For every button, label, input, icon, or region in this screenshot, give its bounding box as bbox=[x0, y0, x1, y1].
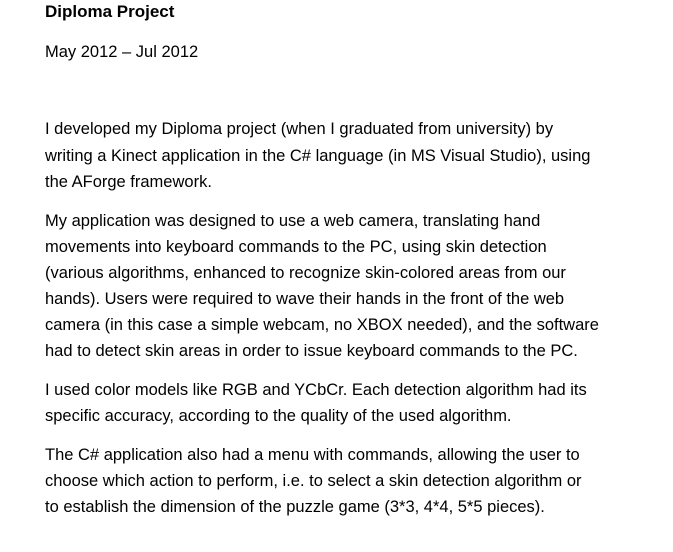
paragraph-4-line-2: choose which action to perform, i.e. to … bbox=[45, 472, 582, 490]
paragraph-2-line-1: My application was designed to use a web… bbox=[45, 212, 541, 230]
paragraph-3-line-2: specific accuracy, according to the qual… bbox=[45, 407, 512, 425]
paragraph-2-line-6: had to detect skin areas in order to iss… bbox=[45, 342, 578, 360]
paragraph-1-line-1: I developed my Diploma project (when I g… bbox=[45, 120, 554, 138]
project-title: Diploma Project bbox=[45, 2, 175, 21]
paragraph-2-line-3: (various algorithms, enhanced to recogni… bbox=[45, 264, 566, 282]
paragraph-2-line-2: movements into keyboard commands to the … bbox=[45, 238, 547, 256]
paragraph-1-line-3: the AForge framework. bbox=[45, 173, 212, 191]
paragraph-2-line-4: hands). Users were required to wave thei… bbox=[45, 290, 565, 308]
paragraph-4-line-1: The C# application also had a menu with … bbox=[45, 446, 580, 464]
paragraph-4-line-3: to establish the dimension of the puzzle… bbox=[45, 498, 545, 516]
paragraph-3-line-1: I used color models like RGB and YCbCr. … bbox=[45, 381, 587, 399]
paragraph-2-line-5: camera (in this case a simple webcam, no… bbox=[45, 316, 599, 334]
paragraph-1-line-2: writing a Kinect application in the C# l… bbox=[45, 147, 591, 165]
project-dates: May 2012 – Jul 2012 bbox=[45, 43, 199, 61]
